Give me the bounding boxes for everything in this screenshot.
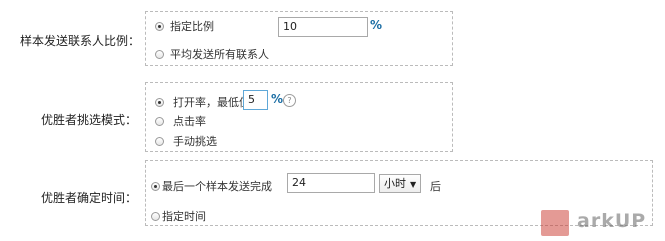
radio-unchecked-icon[interactable] xyxy=(155,116,164,126)
hours-input[interactable]: 24 xyxy=(287,173,375,193)
open-rate-percent-sign: % xyxy=(271,92,284,106)
radio-after-last-sample-label: 最后一个样本发送完成 xyxy=(162,180,272,193)
arkup-logo-icon xyxy=(541,210,569,236)
radio-specified-ratio[interactable]: 指定比例 xyxy=(155,18,214,34)
time-suffix: 后 xyxy=(430,180,441,193)
open-rate-input[interactable]: 5 xyxy=(243,90,268,110)
radio-manual-label: 手动挑选 xyxy=(173,135,217,148)
winner-mode-label: 优胜者挑选模式： xyxy=(41,113,138,127)
ratio-input[interactable]: 10 xyxy=(278,17,368,37)
question-circle-icon[interactable]: ? xyxy=(283,94,296,107)
time-unit-select[interactable]: 小时 ▼ xyxy=(379,174,422,193)
radio-all-contacts[interactable]: 平均发送所有联系人 xyxy=(155,46,269,62)
radio-specified-ratio-label: 指定比例 xyxy=(170,20,214,33)
radio-specific-time[interactable]: 指定时间 xyxy=(151,208,206,224)
radio-click-rate-label: 点击率 xyxy=(173,115,206,128)
radio-click-rate[interactable]: 点击率 xyxy=(155,113,206,129)
radio-after-last-sample[interactable]: 最后一个样本发送完成 xyxy=(151,178,272,194)
radio-manual[interactable]: 手动挑选 xyxy=(155,133,217,149)
winner-mode-box: 打开率，最低值 5 % ? 点击率 手动挑选 xyxy=(145,82,453,152)
radio-checked-icon[interactable] xyxy=(155,21,164,31)
radio-unchecked-icon[interactable] xyxy=(155,136,164,146)
watermark: arkUP xyxy=(541,208,665,241)
radio-checked-icon[interactable] xyxy=(151,181,160,191)
radio-checked-icon[interactable] xyxy=(155,97,164,107)
radio-unchecked-icon[interactable] xyxy=(151,211,160,221)
radio-all-contacts-label: 平均发送所有联系人 xyxy=(170,48,269,61)
watermark-text: arkUP xyxy=(577,210,647,232)
chevron-down-icon: ▼ xyxy=(410,180,417,189)
winner-time-label: 优胜者确定时间： xyxy=(41,191,138,205)
sample-ratio-label: 样本发送联系人比例： xyxy=(20,34,141,48)
time-unit-select-value: 小时 xyxy=(384,177,406,190)
radio-specific-time-label: 指定时间 xyxy=(162,210,206,223)
sample-ratio-box: 指定比例 10 % 平均发送所有联系人 xyxy=(145,11,453,66)
radio-open-rate[interactable]: 打开率，最低值 xyxy=(155,94,250,110)
radio-unchecked-icon[interactable] xyxy=(155,49,164,59)
radio-open-rate-label: 打开率，最低值 xyxy=(173,96,250,109)
ratio-percent-sign: % xyxy=(370,18,383,32)
